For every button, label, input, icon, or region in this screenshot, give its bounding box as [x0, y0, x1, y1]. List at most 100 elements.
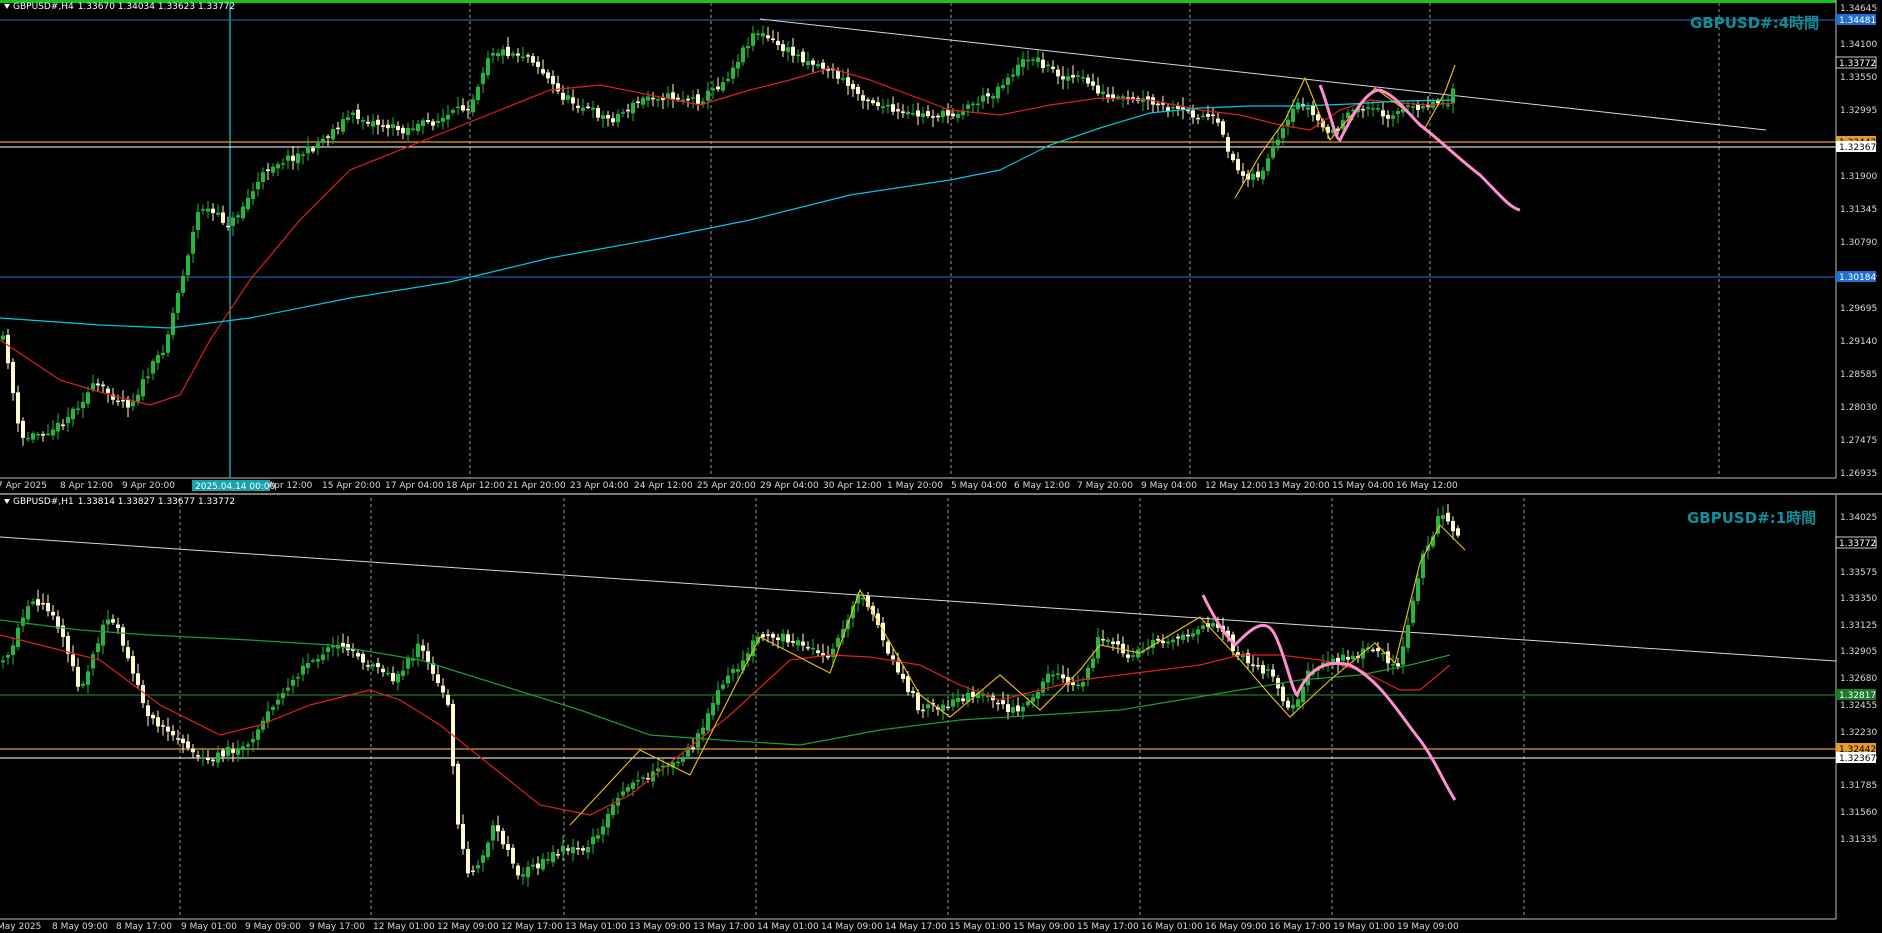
- h4-candle-body: [1131, 97, 1135, 99]
- h1-candle-body: [586, 846, 590, 853]
- h1-candle-body: [551, 852, 555, 863]
- h1-candle-body: [526, 866, 530, 878]
- h4-candle-body: [986, 93, 990, 97]
- h4-candle-body: [931, 116, 935, 118]
- h4-candle-body: [341, 119, 345, 132]
- h1-candle-body: [1211, 623, 1215, 627]
- h1-candle-body: [76, 666, 80, 687]
- h4-candle-body: [546, 72, 550, 79]
- h1-candle-body: [941, 704, 945, 712]
- h4-candle-body: [876, 102, 880, 106]
- h1-candle-body: [581, 848, 585, 851]
- h1-chart-pane[interactable]: 1.340251.338001.335751.333501.331251.329…: [0, 495, 1882, 933]
- h1-candle-body: [481, 855, 485, 863]
- h1-candle-body: [236, 748, 240, 755]
- h1-candle-body: [456, 763, 460, 825]
- h4-candle-body: [1376, 108, 1380, 110]
- h4-candle-body: [1191, 110, 1195, 118]
- h1-candle-body: [496, 825, 500, 832]
- h1-price-label: 1.33575: [1840, 568, 1877, 578]
- h4-candle-body: [11, 361, 15, 394]
- h4-candle-body: [391, 124, 395, 128]
- h4-candle-body: [936, 115, 940, 118]
- h4-candle-body: [616, 114, 620, 123]
- h4-candle-body: [716, 86, 720, 90]
- h4-candle-body: [356, 109, 360, 120]
- h4-candle-body: [76, 408, 80, 410]
- h4-candle-body: [1046, 64, 1050, 67]
- h4-candle-body: [886, 104, 890, 107]
- h1-candle-body: [1186, 634, 1190, 637]
- h4-candle-body: [841, 77, 845, 80]
- h4-trendline: [759, 18, 1767, 131]
- h1-candle-body: [536, 863, 540, 869]
- h1-price-label: 1.31560: [1840, 808, 1877, 818]
- h1-candle-body: [301, 665, 305, 675]
- collapse-triangle-icon[interactable]: [4, 499, 10, 504]
- h4-candle-body: [1396, 111, 1400, 114]
- h4-candle-body: [1311, 106, 1315, 116]
- h1-candle-body: [406, 658, 410, 669]
- h4-chart-pane[interactable]: 1.346451.341001.335501.329951.324451.319…: [0, 0, 1882, 493]
- h1-candle-body: [121, 627, 125, 646]
- h1-candle-body: [886, 641, 890, 654]
- h4-candle-body: [756, 33, 760, 36]
- h4-level-tag: 1.34481: [1839, 16, 1876, 26]
- h1-candle-body: [1191, 633, 1195, 637]
- h4-candle-body: [626, 109, 630, 112]
- h1-candle-body: [491, 825, 495, 841]
- h1-candle-body: [231, 749, 235, 753]
- h4-candle-body: [526, 55, 530, 57]
- h1-candle-body: [881, 622, 885, 641]
- h1-candle-body: [31, 601, 35, 604]
- h4-candle-body: [121, 399, 125, 402]
- h1-candle-body: [81, 683, 85, 686]
- h4-candle-body: [401, 127, 405, 134]
- h4-candle-body: [261, 172, 265, 183]
- h1-time-label: 8 May 17:00: [116, 922, 172, 932]
- h1-candle-body: [211, 759, 215, 762]
- h1-candle-body: [1031, 697, 1035, 703]
- h1-candle-body: [716, 690, 720, 705]
- h4-candle-body: [181, 275, 185, 293]
- h4-candle-body: [486, 58, 490, 76]
- h4-candle-body: [226, 225, 230, 228]
- h4-chart-canvas[interactable]: 1.346451.341001.335501.329951.324451.319…: [0, 0, 1882, 493]
- h4-candle-body: [536, 61, 540, 68]
- h4-candle-body: [691, 97, 695, 99]
- h4-candle-body: [1231, 153, 1235, 161]
- h4-level-tag: 1.33772: [1839, 59, 1876, 69]
- h4-candle-body: [1076, 75, 1080, 77]
- h1-candle-body: [1256, 665, 1260, 667]
- h1-candle-body: [46, 603, 50, 612]
- h1-chart-canvas[interactable]: 1.340251.338001.335751.333501.331251.329…: [0, 495, 1882, 933]
- h4-candle-body: [461, 105, 465, 111]
- h1-candle-body: [1281, 686, 1285, 702]
- h4-candle-body: [276, 164, 280, 169]
- h4-candle-body: [1446, 104, 1450, 107]
- h1-candle-body: [546, 859, 550, 861]
- h1-candle-body: [956, 697, 960, 702]
- h4-candle-body: [471, 99, 475, 113]
- h4-candle-body: [621, 112, 625, 114]
- h4-candle-body: [381, 125, 385, 127]
- h4-candle-body: [216, 212, 220, 215]
- h4-candle-body: [1286, 119, 1290, 126]
- h4-candle-body: [846, 77, 850, 86]
- h1-candle-body: [486, 842, 490, 857]
- h4-candle-body: [1366, 107, 1370, 109]
- h4-candle-body: [576, 105, 580, 108]
- collapse-triangle-icon[interactable]: [4, 4, 10, 9]
- h4-candle-body: [311, 148, 315, 152]
- h1-candle-body: [396, 673, 400, 683]
- h1-candle-body: [201, 757, 205, 759]
- h1-candle-body: [361, 653, 365, 663]
- h1-candle-body: [436, 674, 440, 684]
- h1-candle-body: [1266, 669, 1270, 671]
- h4-candle-body: [1086, 77, 1090, 84]
- h4-candle-body: [476, 86, 480, 101]
- h1-level-tag: 1.32367: [1839, 754, 1876, 764]
- h1-candle-body: [206, 758, 210, 761]
- h1-price-label: 1.32680: [1840, 674, 1877, 684]
- h4-candle-body: [891, 104, 895, 112]
